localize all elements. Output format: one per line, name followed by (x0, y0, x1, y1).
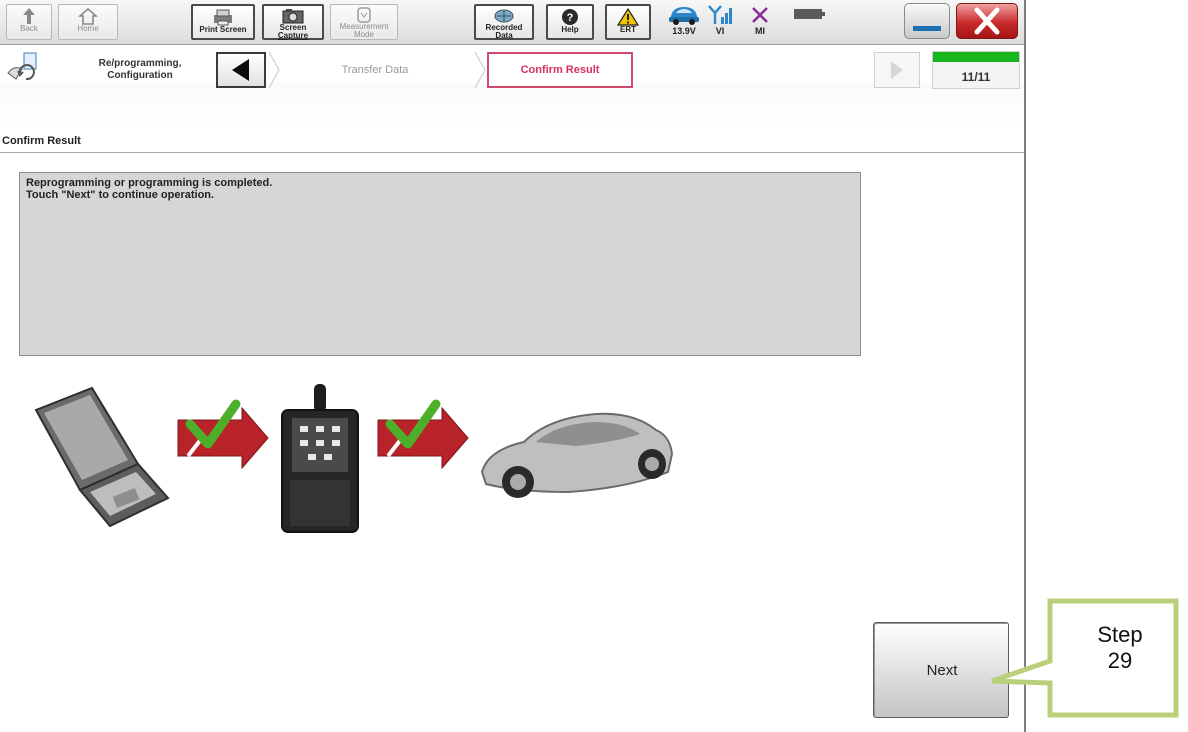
meter-icon (357, 7, 371, 23)
back-button[interactable]: Back (6, 4, 52, 40)
recorded-data-button[interactable]: Recorded Data (474, 4, 534, 40)
measurement-mode-button[interactable]: Measurement Mode (330, 4, 398, 40)
section-title: Confirm Result (2, 135, 81, 147)
battery-icon (794, 9, 825, 19)
vi-label: VI (715, 26, 725, 36)
toolbar: Back Home Print Screen Screen Capture Me… (0, 0, 1024, 45)
camera-icon (282, 9, 304, 24)
step-confirm-result: Confirm Result (487, 52, 633, 88)
minimize-button[interactable] (904, 3, 950, 39)
crumb-separator-icon (474, 52, 486, 88)
battery-voltage-value: 13.9V (672, 26, 696, 36)
ert-label: ERT (620, 25, 636, 34)
reprogramming-icon (7, 52, 37, 81)
message-line-1: Reprogramming or programming is complete… (26, 177, 273, 189)
step-callout-line1: Step (1097, 622, 1143, 647)
car-icon (480, 412, 674, 498)
triangle-right-icon (891, 61, 903, 79)
consult-app-window: Back Home Print Screen Screen Capture Me… (0, 0, 1026, 732)
back-arrow-icon (23, 8, 35, 24)
print-screen-button[interactable]: Print Screen (191, 4, 255, 40)
next-button[interactable]: Next (873, 622, 1009, 718)
transfer-process-graphic (34, 384, 674, 533)
triangle-left-icon (232, 59, 249, 81)
next-step-button-disabled (874, 52, 920, 88)
result-message-box: Reprogramming or programming is complete… (19, 172, 861, 356)
help-icon: ? (562, 9, 578, 25)
step-transfer-data: Transfer Data (341, 64, 409, 76)
help-button[interactable]: ? Help (546, 4, 594, 40)
minimize-icon (913, 26, 941, 31)
mi-status: MI (740, 4, 780, 40)
section-divider (0, 152, 1024, 153)
nav-shade (0, 83, 1024, 129)
help-label: Help (561, 25, 579, 34)
screen-capture-button[interactable]: Screen Capture (262, 4, 324, 40)
home-icon (78, 7, 98, 25)
recorded-data-label-2: Data (495, 31, 513, 40)
battery-status (784, 4, 840, 40)
vehicle-interface-icon (281, 384, 359, 533)
measurement-mode-label-2: Mode (353, 30, 374, 39)
disconnected-icon (752, 7, 768, 23)
message-line-2: Touch "Next" to continue operation. (26, 189, 215, 201)
reprogramming-configuration-label: Re/programming, Configuration (80, 58, 200, 82)
battery-voltage-status: 13.9V (664, 4, 704, 40)
warning-icon (617, 8, 639, 26)
close-button[interactable] (956, 3, 1018, 39)
home-button[interactable]: Home (58, 4, 118, 40)
step-navigation-bar: Re/programming, Configuration Transfer D… (0, 45, 1024, 129)
close-icon (974, 7, 1000, 35)
progress-fill (933, 52, 1019, 62)
signal-icon (708, 5, 732, 24)
step-callout-line2: 29 (1107, 648, 1133, 673)
svg-text:?: ? (567, 12, 574, 24)
screen-capture-label-2: Capture (277, 31, 309, 40)
progress-text: 11/11 (961, 70, 991, 84)
print-screen-label: Print Screen (199, 25, 247, 34)
previous-step-button[interactable] (216, 52, 266, 88)
reprog-label-line1: Re/programming, (98, 58, 182, 69)
ert-button[interactable]: ERT (605, 4, 651, 40)
back-label: Back (20, 24, 38, 33)
home-label: Home (77, 24, 99, 33)
reprog-label-line2: Configuration (107, 70, 173, 81)
step-progress-indicator: 11/11 (932, 51, 1020, 89)
recorded-data-icon (494, 9, 514, 23)
printer-icon (214, 9, 232, 26)
car-icon (669, 7, 699, 25)
laptop-icon (34, 386, 170, 528)
vi-status: VI (700, 4, 740, 40)
step-callout-text: Step 29 (1058, 622, 1182, 674)
mi-label: MI (755, 26, 765, 36)
crumb-separator-icon (268, 52, 280, 88)
